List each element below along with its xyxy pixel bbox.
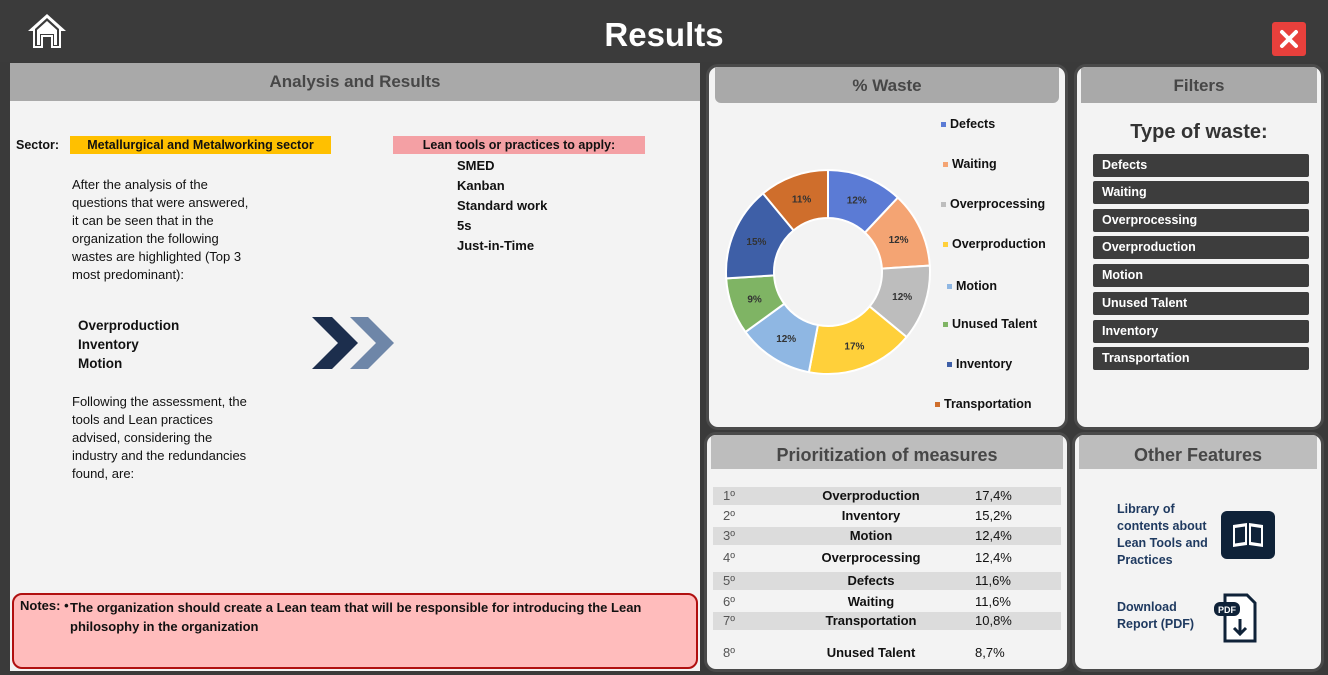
legend-label: Overprocessing: [950, 197, 1046, 211]
legend-swatch: [947, 284, 952, 290]
legend-swatch: [943, 322, 948, 328]
notes-box: Notes: • The organization should create …: [12, 593, 698, 669]
lean-tools-label: Lean tools or practices to apply:: [393, 136, 645, 154]
analysis-heading: Analysis and Results: [10, 63, 700, 101]
table-row: 6º Waiting 11,6%: [723, 594, 1011, 609]
list-item: Overproduction: [78, 318, 180, 333]
filter-overproduction[interactable]: Overproduction: [1093, 236, 1309, 259]
library-button[interactable]: [1221, 511, 1275, 559]
filter-motion[interactable]: Motion: [1093, 264, 1309, 287]
donut-data-label: 12%: [776, 334, 796, 345]
top-wastes-list: Overproduction Inventory Motion: [78, 316, 179, 373]
list-item: Just-in-Time: [457, 238, 535, 253]
list-item: Standard work: [457, 198, 548, 213]
legend-item-transportation: Transportation: [935, 397, 1032, 411]
prioritization-panel: Prioritization of measures 1º Overproduct…: [704, 432, 1070, 672]
other-features-heading: Other Features: [1079, 435, 1317, 469]
list-item: SMED: [457, 158, 495, 173]
filters-heading: Filters: [1081, 67, 1317, 103]
legend-label: Overproduction: [952, 237, 1046, 251]
filter-defects[interactable]: Defects: [1093, 154, 1309, 177]
pdf-badge-label: PDF: [1218, 605, 1237, 615]
donut-data-label: 12%: [892, 292, 912, 303]
list-item: Inventory: [78, 337, 139, 352]
waste-heading: % Waste: [715, 67, 1059, 103]
table-row: 1º Overproduction 17,4%: [713, 487, 1061, 505]
donut-data-label: 11%: [792, 195, 812, 206]
filter-inventory[interactable]: Inventory: [1093, 320, 1309, 343]
followup-text: Following the assessment, the tools and …: [72, 394, 247, 481]
filter-title: Type of waste:: [1130, 121, 1268, 143]
legend-label: Motion: [956, 279, 997, 293]
legend-item-motion: Motion: [947, 279, 997, 293]
lean-tools-list: SMED Kanban Standard work 5s Just-in-Tim…: [457, 156, 547, 256]
filter-waiting[interactable]: Waiting: [1093, 181, 1309, 204]
donut-data-label: 12%: [847, 195, 867, 206]
legend-item-waiting: Waiting: [943, 157, 997, 171]
filters-panel: Filters Type of waste: Defects Waiting O…: [1074, 64, 1324, 430]
legend-label: Unused Talent: [952, 317, 1038, 331]
list-item: Kanban: [457, 178, 505, 193]
title-bar: Results: [0, 0, 1328, 62]
list-item: 5s: [457, 218, 472, 233]
notes-text: The organization should create a Lean te…: [70, 600, 642, 634]
download-report-link[interactable]: Download Report (PDF): [1117, 599, 1194, 633]
table-row: 4º Overprocessing 12,4%: [723, 550, 1012, 565]
legend-label: Waiting: [952, 157, 997, 171]
donut-data-label: 9%: [747, 294, 762, 305]
legend-swatch: [941, 122, 946, 128]
legend-label: Inventory: [956, 357, 1013, 371]
legend-swatch: [941, 202, 946, 208]
sector-value: Metallurgical and Metalworking sector: [70, 136, 331, 154]
other-features-panel: Other Features Library of contents about…: [1072, 432, 1324, 672]
table-row: 3º Motion 12,4%: [713, 527, 1061, 545]
legend-item-inventory: Inventory: [947, 357, 1012, 371]
close-button[interactable]: [1272, 22, 1306, 56]
intro-text: After the analysis of the questions that…: [72, 177, 249, 282]
close-icon: [1280, 30, 1298, 48]
table-row: 7º Transportation 10,8%: [713, 612, 1061, 630]
legend-item-overproduction: Overproduction: [943, 237, 1046, 251]
filter-overprocessing[interactable]: Overprocessing: [1093, 209, 1309, 232]
notes-label: Notes: •: [20, 598, 69, 613]
legend-label: Transportation: [944, 397, 1032, 411]
legend-label: Defects: [950, 117, 996, 131]
donut-data-label: 15%: [746, 237, 766, 248]
table-row: 5º Defects 11,6%: [713, 572, 1061, 590]
filter-unused-talent[interactable]: Unused Talent: [1093, 292, 1309, 315]
table-row: 2º Inventory 15,2%: [723, 508, 1012, 523]
donut-data-label: 12%: [889, 235, 909, 246]
legend-item-defects: Defects: [941, 117, 995, 131]
analysis-panel: Analysis and Results Sector: Metallurgic…: [10, 63, 700, 671]
legend-swatch: [935, 402, 940, 408]
legend-swatch: [947, 362, 952, 368]
waste-donut-chart: 12% 12% 12% 17% 12% 9% 15% 11%: [725, 168, 931, 375]
sector-label: Sector:: [16, 138, 60, 152]
legend-item-overprocessing: Overprocessing: [941, 197, 1045, 211]
download-pdf-button[interactable]: PDF: [1211, 591, 1261, 645]
legend-item-unused-talent: Unused Talent: [943, 317, 1037, 331]
waste-chart-panel: % Waste 12% 12% 12% 17% 12% 9% 15% 11% Defects W…: [706, 64, 1068, 430]
book-icon: [1233, 523, 1263, 547]
chevron-arrows-icon: [312, 317, 394, 369]
table-row: 8º Unused Talent 8,7%: [723, 645, 1005, 660]
prioritization-heading: Prioritization of measures: [711, 435, 1063, 469]
donut-data-label: 17%: [844, 341, 864, 352]
pdf-download-icon: PDF: [1214, 593, 1257, 643]
library-link[interactable]: Library of contents about Lean Tools and…: [1117, 501, 1208, 569]
legend-swatch: [943, 242, 948, 248]
page-title: Results: [604, 16, 724, 53]
legend-swatch: [943, 162, 948, 168]
list-item: Motion: [78, 356, 123, 371]
filter-transportation[interactable]: Transportation: [1093, 347, 1309, 370]
